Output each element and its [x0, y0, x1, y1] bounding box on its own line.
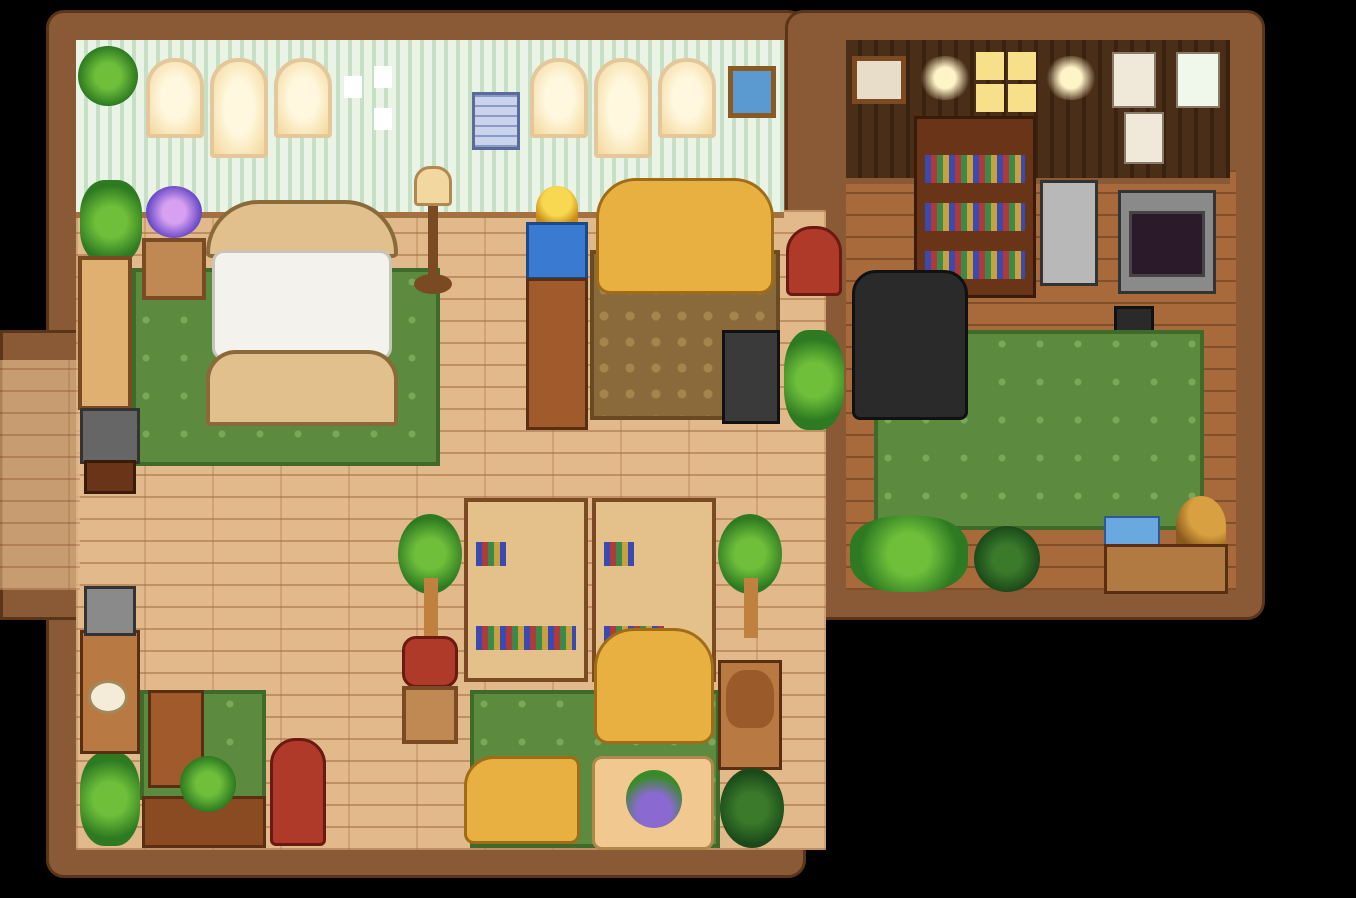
- potted-plant-icon: [180, 756, 236, 812]
- wall-sconce-icon: [918, 56, 972, 100]
- lamp-icon[interactable]: [408, 166, 458, 296]
- tv-screen: [1129, 211, 1205, 277]
- poster-icon[interactable]: [1176, 52, 1220, 108]
- teddy-bear-icon[interactable]: [726, 670, 774, 728]
- poster-icon[interactable]: [1124, 112, 1164, 164]
- farmhouse-interior: [0, 0, 1356, 898]
- tall-cabinet[interactable]: [526, 278, 588, 430]
- antenna-radio-icon[interactable]: [84, 586, 136, 636]
- crt-tv-icon[interactable]: [1118, 190, 1216, 294]
- book-row: [476, 626, 576, 650]
- potted-plant-icon: [784, 330, 844, 430]
- calendar-icon[interactable]: [472, 92, 520, 150]
- nightstand[interactable]: [142, 238, 206, 300]
- radio-icon[interactable]: [80, 408, 140, 464]
- lamp-shade: [414, 166, 452, 206]
- study-desk[interactable]: [1104, 544, 1228, 594]
- hallway-floor: [0, 360, 80, 590]
- red-lamp-icon[interactable]: [270, 738, 326, 846]
- potted-plant-icon: [80, 180, 142, 264]
- radio-stand: [84, 460, 136, 494]
- potted-plant-icon: [626, 770, 682, 828]
- window-icon: [594, 58, 652, 158]
- window-icon: [274, 58, 332, 138]
- window-icon: [146, 58, 204, 138]
- red-lamp-icon[interactable]: [786, 226, 842, 296]
- palm-trunk: [424, 578, 438, 638]
- book-row: [925, 203, 1025, 231]
- window-icon: [210, 58, 268, 158]
- potted-plant-icon: [80, 752, 140, 846]
- painting-icon[interactable]: [852, 56, 906, 104]
- sewing-machine-icon[interactable]: [722, 330, 780, 424]
- hanging-plant-icon: [78, 46, 138, 106]
- painting-icon[interactable]: [728, 66, 776, 118]
- chaise-lounge-icon[interactable]: [464, 756, 580, 844]
- poster-icon[interactable]: [1112, 52, 1156, 108]
- lamp-pole: [428, 206, 438, 282]
- window-icon: [530, 58, 588, 138]
- trophy-pedestal: [526, 222, 588, 280]
- potted-plant-icon: [974, 526, 1040, 592]
- potted-plant-icon: [850, 516, 968, 592]
- book-row: [604, 542, 634, 566]
- armchair-icon[interactable]: [594, 628, 714, 744]
- telephone-icon[interactable]: [402, 636, 458, 688]
- window-icon: [658, 58, 716, 138]
- bowl-icon: [88, 680, 128, 714]
- book-row: [925, 155, 1025, 183]
- fridge-icon[interactable]: [1040, 180, 1098, 286]
- bookshelf-icon[interactable]: [464, 498, 588, 682]
- bed-sheets: [212, 250, 392, 360]
- palm-trunk: [744, 578, 758, 638]
- phone-table: [402, 686, 458, 744]
- bed-icon[interactable]: [206, 200, 398, 426]
- flower-pot-icon: [146, 186, 202, 238]
- wall-sconce-icon: [1044, 56, 1098, 100]
- armchair-icon[interactable]: [852, 270, 968, 420]
- side-cabinet[interactable]: [78, 256, 132, 410]
- notes-icon: [344, 66, 394, 138]
- book-row: [476, 542, 506, 566]
- potted-plant-icon: [720, 768, 784, 848]
- lamp-base: [414, 274, 452, 294]
- bed-footboard: [206, 350, 398, 426]
- couch-icon[interactable]: [596, 178, 774, 294]
- window-icon: [976, 52, 1036, 112]
